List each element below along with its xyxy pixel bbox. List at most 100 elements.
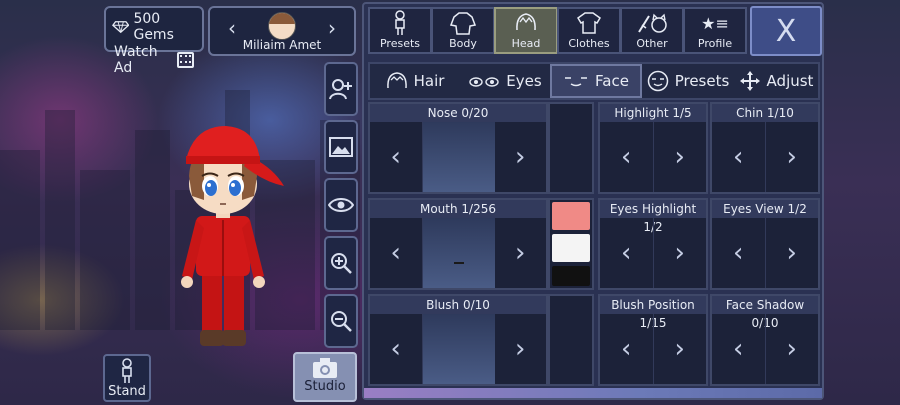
subtab-label: Eyes: [506, 72, 542, 90]
face-presets-icon: [647, 70, 668, 92]
chevron-right-icon[interactable]: ›: [328, 16, 336, 40]
option-grid: Nose 0/20 ‹ › Mouth 1/256 ‹ › Blush 0/10: [368, 102, 820, 388]
option-eyes-view: Eyes View 1/2 ‹ ›: [710, 198, 820, 290]
tab-other[interactable]: Other: [620, 7, 684, 54]
subtab-face[interactable]: Face: [550, 64, 642, 98]
gems-counter: 500 Gems: [106, 8, 202, 43]
option-title: Blush Position 1/15: [600, 296, 706, 330]
prev-button[interactable]: ‹: [370, 218, 423, 288]
option-title: Nose 0/20: [370, 104, 546, 122]
chevron-left-icon: ‹: [621, 238, 632, 268]
editor-panel: Presets Body Head Clothes Other ★≡ Profi…: [362, 2, 824, 400]
gems-label: 500 Gems: [133, 11, 174, 43]
film-icon: [177, 52, 194, 68]
panel-bottom-bar: [364, 388, 822, 398]
prev-button[interactable]: ‹: [370, 122, 423, 192]
option-title: Eyes View 1/2: [712, 200, 818, 218]
chevron-left-icon[interactable]: ‹: [228, 16, 236, 40]
chevron-left-icon: ‹: [390, 238, 401, 268]
next-button[interactable]: ›: [495, 314, 547, 384]
next-button[interactable]: ›: [654, 218, 707, 288]
prev-button[interactable]: ‹: [370, 314, 423, 384]
prev-button[interactable]: ‹: [600, 122, 654, 192]
subtab-hair[interactable]: Hair: [370, 64, 460, 98]
visibility-button[interactable]: [324, 178, 358, 232]
studio-label: Studio: [304, 379, 346, 394]
tab-presets[interactable]: Presets: [368, 7, 432, 54]
option-title: Highlight 1/5: [600, 104, 706, 122]
tab-body[interactable]: Body: [431, 7, 495, 54]
option-title: Blush 0/10: [370, 296, 546, 314]
next-button[interactable]: ›: [766, 314, 819, 384]
next-button[interactable]: ›: [654, 122, 707, 192]
next-button[interactable]: ›: [766, 218, 819, 288]
watch-ad-button[interactable]: Watch Ad: [106, 43, 202, 76]
next-button[interactable]: ›: [495, 218, 547, 288]
chevron-right-icon: ›: [515, 238, 526, 268]
blush-color-column: [548, 294, 594, 386]
stand-label: Stand: [108, 384, 146, 399]
chevron-right-icon: ›: [786, 238, 797, 268]
option-title: Mouth 1/256: [370, 200, 546, 218]
subtab-eyes[interactable]: Eyes: [460, 64, 550, 98]
clothes-icon: [577, 12, 601, 34]
tab-label: Body: [449, 37, 477, 50]
add-character-button[interactable]: [324, 62, 358, 116]
chevron-right-icon: ›: [674, 238, 685, 268]
eye-icon: [328, 198, 354, 212]
head-icon: [516, 13, 536, 31]
category-tabs: Presets Body Head Clothes Other ★≡ Profi…: [368, 7, 747, 54]
currency-box[interactable]: 500 Gems Watch Ad: [104, 6, 204, 76]
close-button[interactable]: X: [750, 6, 822, 56]
stand-button[interactable]: Stand: [103, 354, 151, 402]
subtab-label: Hair: [413, 72, 445, 90]
subtab-label: Adjust: [766, 72, 814, 90]
option-blush-position: Blush Position 1/15 ‹ ›: [598, 294, 708, 386]
chevron-left-icon: ‹: [733, 142, 744, 172]
face-icon: [565, 77, 588, 87]
subtab-label: Presets: [674, 72, 730, 90]
head-subtabs: Hair Eyes Face Presets Adjust: [368, 62, 820, 100]
tab-head[interactable]: Head: [494, 7, 558, 54]
other-icon: [638, 13, 667, 33]
eyes-icon: [469, 77, 499, 87]
prev-button[interactable]: ‹: [600, 218, 654, 288]
next-button[interactable]: ›: [654, 314, 707, 384]
prev-button[interactable]: ‹: [600, 314, 654, 384]
prev-button[interactable]: ‹: [712, 218, 766, 288]
studio-button[interactable]: Studio: [293, 352, 357, 402]
option-title: Face Shadow 0/10: [712, 296, 818, 330]
camera-icon: [313, 358, 337, 378]
color-swatch[interactable]: [552, 202, 590, 230]
prev-button[interactable]: ‹: [712, 314, 766, 384]
zoom-out-button[interactable]: [324, 294, 358, 348]
tab-clothes[interactable]: Clothes: [557, 7, 621, 54]
subtab-adjust[interactable]: Adjust: [734, 64, 818, 98]
prev-button[interactable]: ‹: [712, 122, 766, 192]
zoom-in-button[interactable]: [324, 236, 358, 290]
chevron-left-icon: ‹: [733, 334, 744, 364]
chevron-left-icon: ‹: [621, 334, 632, 364]
background-button[interactable]: [324, 120, 358, 174]
tab-label: Clothes: [568, 37, 610, 50]
color-swatch[interactable]: [552, 266, 590, 286]
character-figure: [181, 126, 284, 346]
color-swatch[interactable]: [552, 234, 590, 262]
chevron-left-icon: ‹: [733, 238, 744, 268]
hair-icon: [386, 72, 407, 89]
option-blush: Blush 0/10 ‹ ›: [368, 294, 548, 386]
next-button[interactable]: ›: [495, 122, 547, 192]
chevron-right-icon: ›: [674, 334, 685, 364]
character-avatar: [268, 12, 296, 40]
option-preview: [422, 122, 495, 192]
chevron-left-icon: ‹: [621, 142, 632, 172]
mouth-color-column: [548, 198, 594, 290]
option-highlight: Highlight 1/5 ‹ ›: [598, 102, 708, 194]
chevron-right-icon: ›: [786, 142, 797, 172]
option-title: Eyes Highlight 1/2: [600, 200, 706, 234]
option-nose: Nose 0/20 ‹ ›: [368, 102, 548, 194]
tab-profile[interactable]: ★≡ Profile: [683, 7, 747, 54]
subtab-presets[interactable]: Presets: [642, 64, 734, 98]
tab-label: Presets: [379, 37, 421, 50]
next-button[interactable]: ›: [766, 122, 819, 192]
